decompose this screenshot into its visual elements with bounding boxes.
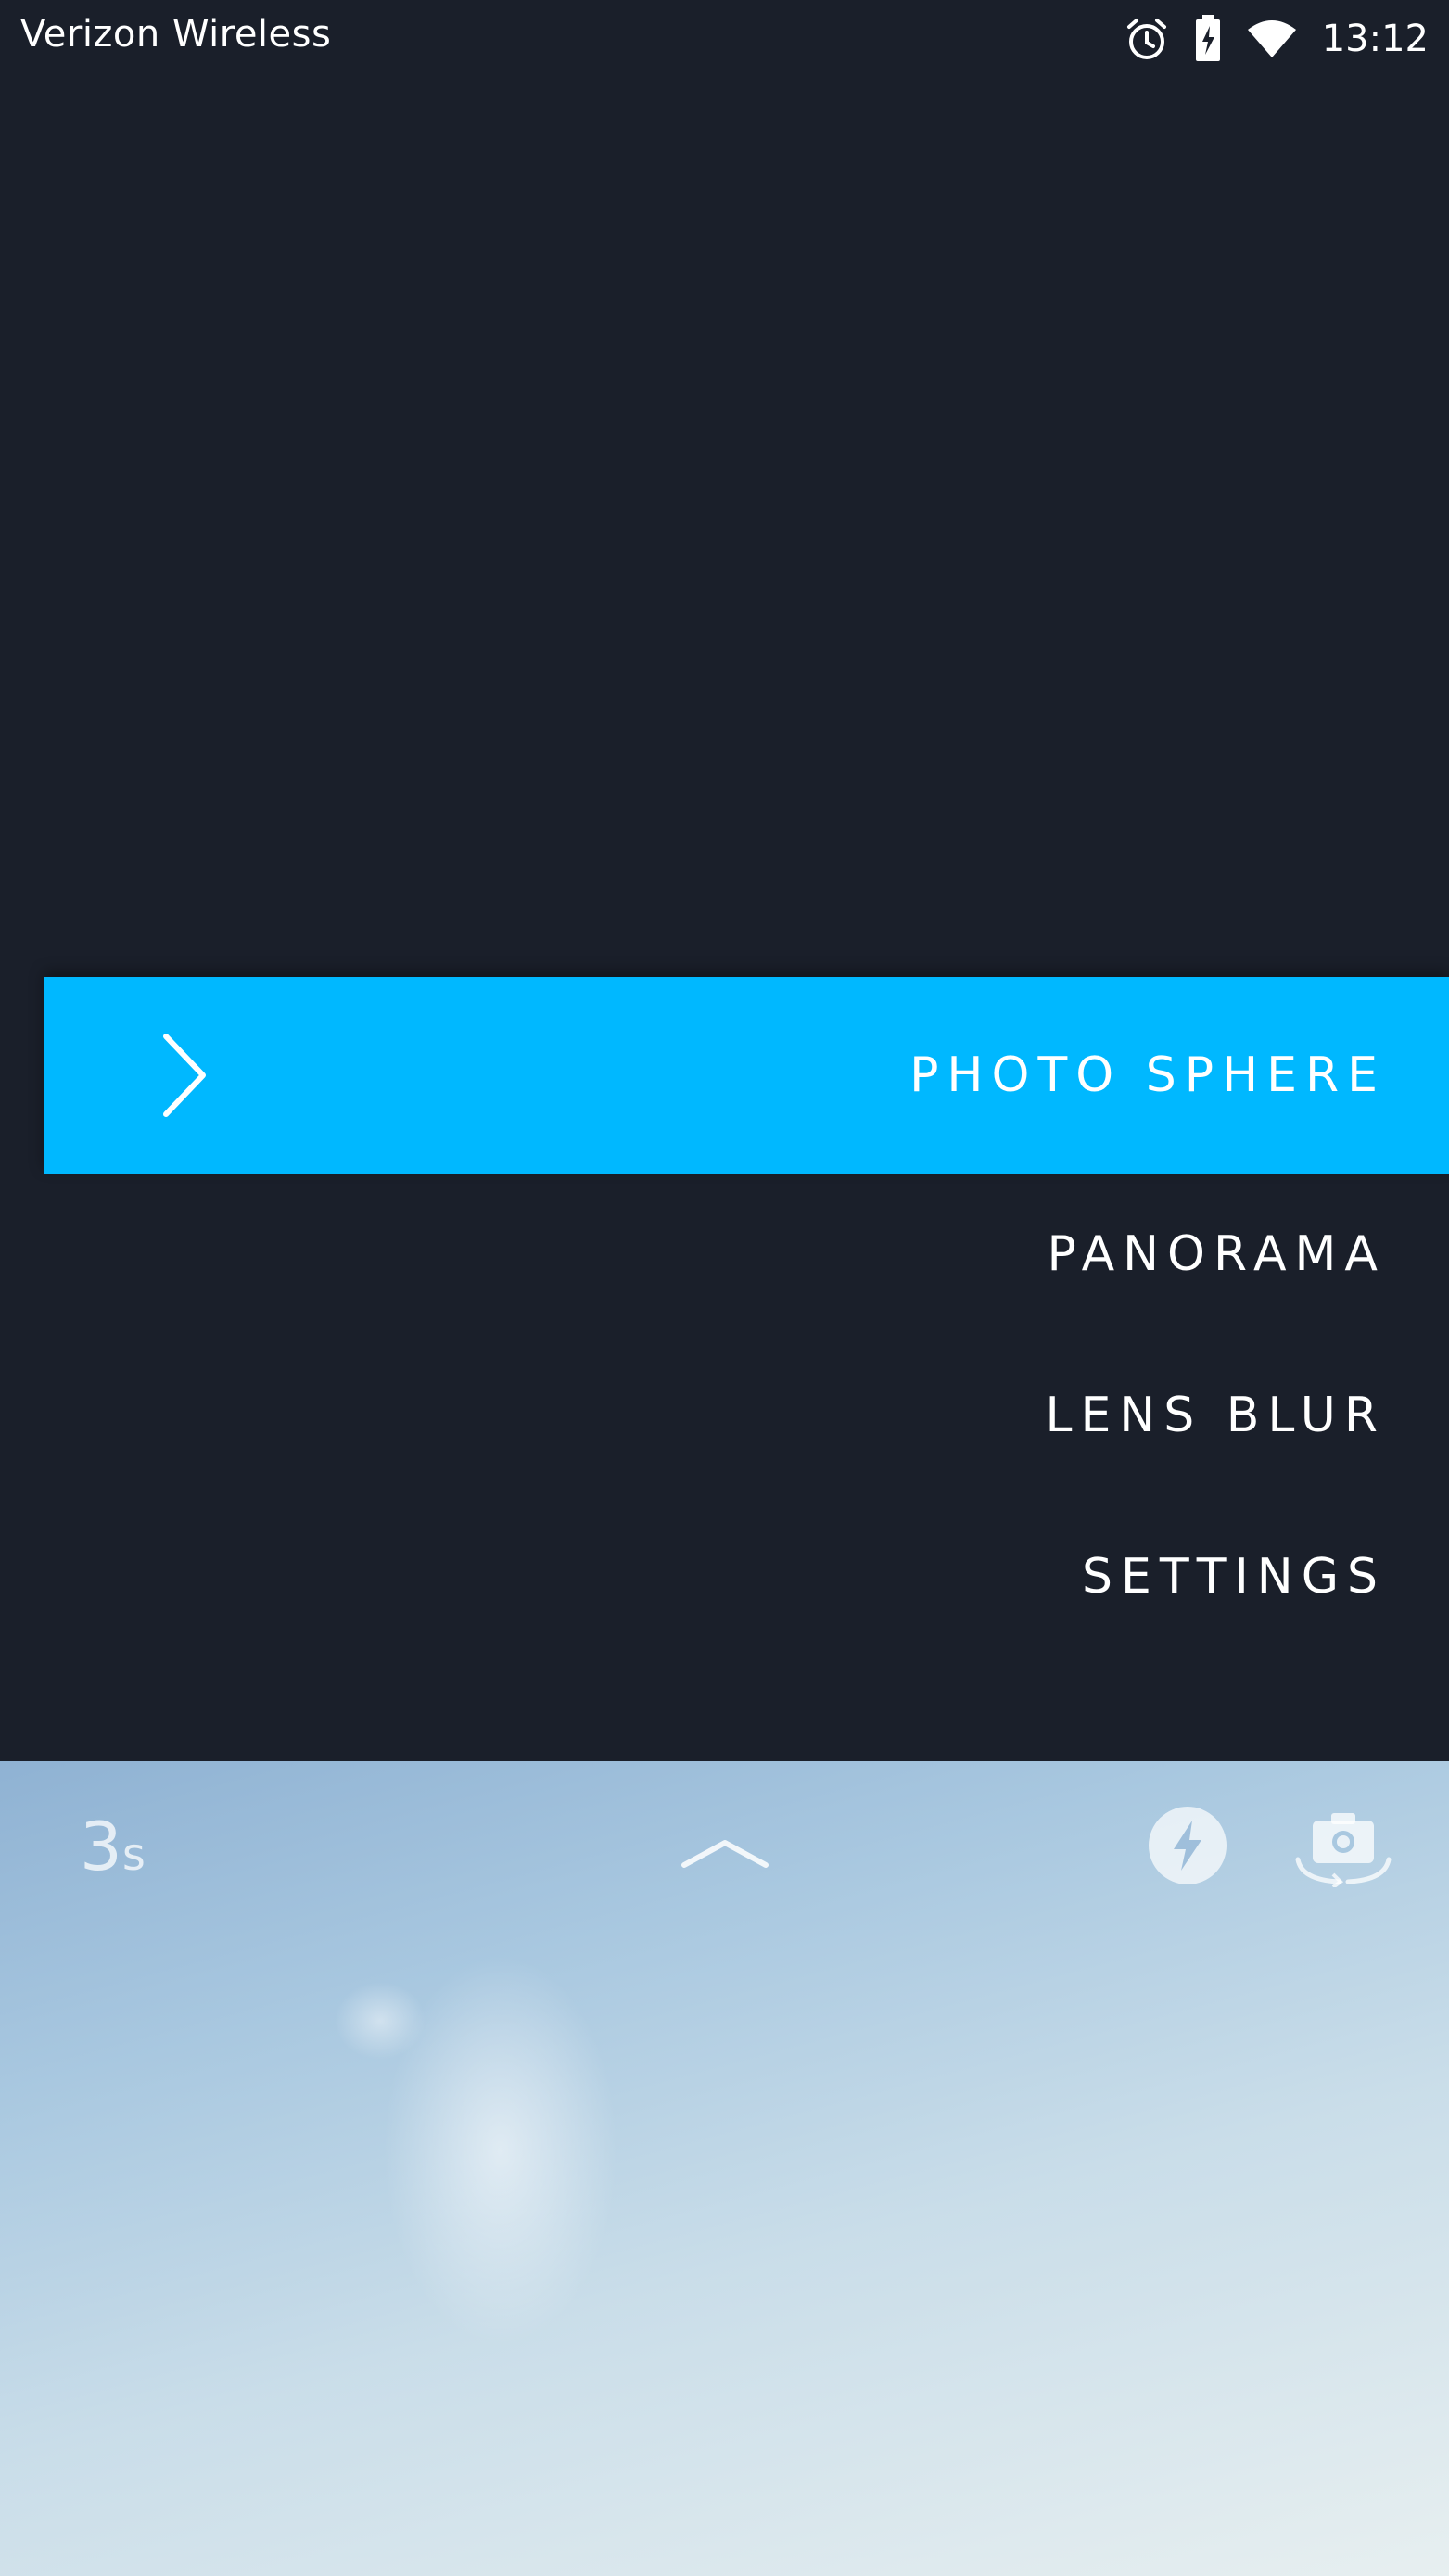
- battery-charging-icon: [1194, 15, 1222, 63]
- menu-item-panorama[interactable]: PANORAMA: [0, 1174, 1449, 1335]
- status-icons: 13:12: [1124, 11, 1429, 67]
- menu-item-settings[interactable]: SETTINGS: [0, 1496, 1449, 1657]
- menu-item-label: SETTINGS: [1081, 1549, 1386, 1605]
- switch-camera-icon[interactable]: [1292, 1804, 1394, 1887]
- timer-unit: s: [121, 1829, 146, 1881]
- timer-value: 3: [80, 1808, 122, 1885]
- carrier-name: Verizon Wireless: [20, 13, 332, 56]
- menu-item-label: LENS BLUR: [1045, 1388, 1386, 1443]
- camera-viewfinder[interactable]: 3s: [0, 1761, 1449, 2576]
- chevron-up-icon[interactable]: [677, 1824, 773, 1880]
- camera-app-screen: Verizon Wireless 13:12 PHOTO SPHERE PANO…: [0, 0, 1449, 2576]
- alarm-icon: [1124, 16, 1170, 62]
- menu-item-label: PHOTO SPHERE: [909, 1047, 1386, 1103]
- chevron-right-icon: [163, 1034, 206, 1117]
- menu-item-label: PANORAMA: [1047, 1226, 1386, 1282]
- status-clock: 13:12: [1321, 18, 1429, 60]
- camera-controls-bar: 3s: [0, 1761, 1449, 1937]
- status-bar: Verizon Wireless 13:12: [0, 0, 1449, 78]
- timer-button[interactable]: 3s: [80, 1808, 146, 1885]
- menu-item-photo-sphere[interactable]: PHOTO SPHERE: [44, 977, 1449, 1174]
- menu-item-lens-blur[interactable]: LENS BLUR: [0, 1335, 1449, 1496]
- wifi-icon: [1246, 19, 1298, 59]
- flash-icon[interactable]: [1148, 1806, 1227, 1885]
